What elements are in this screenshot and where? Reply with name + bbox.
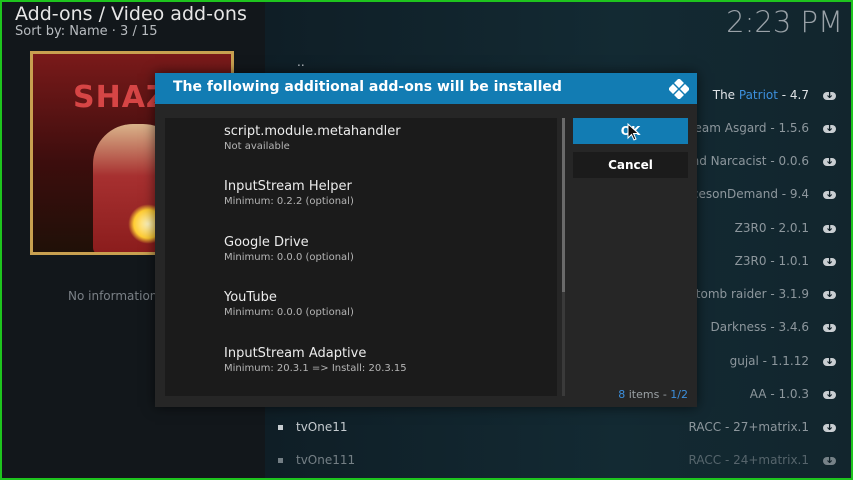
dependency-item[interactable]: YouTube Minimum: 0.0.0 (optional) xyxy=(224,290,554,318)
dependency-name: InputStream Adaptive xyxy=(224,346,367,361)
dialog-header: The following additional add-ons will be… xyxy=(155,73,697,104)
addon-item-version: - 4.7 xyxy=(777,88,809,102)
addon-item-text: The xyxy=(712,88,739,102)
addon-item-1[interactable]: The Patriot - 4.7 xyxy=(713,88,809,102)
no-information-text: No information a xyxy=(68,289,169,303)
addon-item-11[interactable]: RACC - 27+matrix.1 xyxy=(689,420,809,434)
dependency-version: Not available xyxy=(224,141,290,152)
list-item-label: tvOne111 xyxy=(296,453,356,467)
list-scrollbar[interactable] xyxy=(562,118,565,396)
clock: 2:23 PM xyxy=(726,5,843,39)
page-title: Add-ons / Video add-ons xyxy=(15,3,247,25)
bullet-icon xyxy=(278,458,283,463)
cloud-download-icon xyxy=(821,187,837,200)
list-item-tvone111[interactable]: tvOne111 xyxy=(278,453,355,467)
addon-item-12[interactable]: RACC - 24+matrix.1 xyxy=(689,453,809,467)
dependency-item[interactable]: script.module.metahandler Not available xyxy=(224,124,554,152)
dependency-item[interactable]: InputStream Adaptive Minimum: 20.3.1 => … xyxy=(224,346,554,374)
item-count: 8 items - 1/2 xyxy=(618,388,688,401)
addon-item-7[interactable]: tomb raider - 3.1.9 xyxy=(696,287,809,301)
sort-info[interactable]: Sort by: Name · 3 / 15 xyxy=(15,24,158,39)
dependency-name: InputStream Helper xyxy=(224,179,352,194)
addon-item-8[interactable]: Darkness - 3.4.6 xyxy=(711,320,809,334)
cloud-download-icon xyxy=(821,121,837,134)
dependency-version: Minimum: 0.2.2 (optional) xyxy=(224,196,354,207)
dependency-item[interactable]: InputStream Helper Minimum: 0.2.2 (optio… xyxy=(224,179,554,207)
addon-item-10[interactable]: AA - 1.0.3 xyxy=(750,387,809,401)
cloud-download-icon xyxy=(821,221,837,234)
dependency-version: Minimum: 0.0.0 (optional) xyxy=(224,307,354,318)
addon-dependency-list[interactable]: script.module.metahandler Not available … xyxy=(165,118,557,396)
cloud-download-icon xyxy=(821,420,837,433)
cloud-download-icon xyxy=(821,453,837,466)
scrollbar-thumb[interactable] xyxy=(562,118,565,292)
addon-item-highlight: Patriot xyxy=(738,88,778,102)
dependency-version: Minimum: 20.3.1 => Install: 20.3.15 xyxy=(224,363,407,374)
addon-item-2[interactable]: Team Asgard - 1.5.6 xyxy=(689,121,809,135)
dependency-name: YouTube xyxy=(224,290,277,305)
dependency-version: Minimum: 0.0.0 (optional) xyxy=(224,252,354,263)
cloud-download-icon xyxy=(821,387,837,400)
list-item-tvone11[interactable]: tvOne11 xyxy=(278,420,348,434)
addon-item-6[interactable]: Z3R0 - 1.0.1 xyxy=(735,254,809,268)
cloud-download-icon xyxy=(821,287,837,300)
install-dialog: The following additional add-ons will be… xyxy=(155,73,697,407)
kodi-logo-icon xyxy=(669,79,689,99)
dependency-item[interactable]: Google Drive Minimum: 0.0.0 (optional) xyxy=(224,235,554,263)
cloud-download-icon xyxy=(821,154,837,167)
dependency-name: script.module.metahandler xyxy=(224,124,401,139)
parent-folder-item[interactable]: .. xyxy=(297,55,305,69)
dependency-name: Google Drive xyxy=(224,235,309,250)
addon-item-9[interactable]: gujal - 1.1.12 xyxy=(730,354,809,368)
addon-item-5[interactable]: Z3R0 - 2.0.1 xyxy=(735,221,809,235)
cloud-download-icon xyxy=(821,320,837,333)
cloud-download-icon xyxy=(821,88,837,101)
page-indicator: 1/2 xyxy=(670,388,688,401)
list-item-label: tvOne11 xyxy=(296,420,348,434)
bullet-icon xyxy=(278,425,283,430)
item-count-label: items - xyxy=(625,388,671,401)
cancel-button[interactable]: Cancel xyxy=(573,152,688,178)
cloud-download-icon xyxy=(821,254,837,267)
mouse-pointer-icon xyxy=(627,123,640,141)
cloud-download-icon xyxy=(821,354,837,367)
dialog-title: The following additional add-ons will be… xyxy=(173,79,562,95)
